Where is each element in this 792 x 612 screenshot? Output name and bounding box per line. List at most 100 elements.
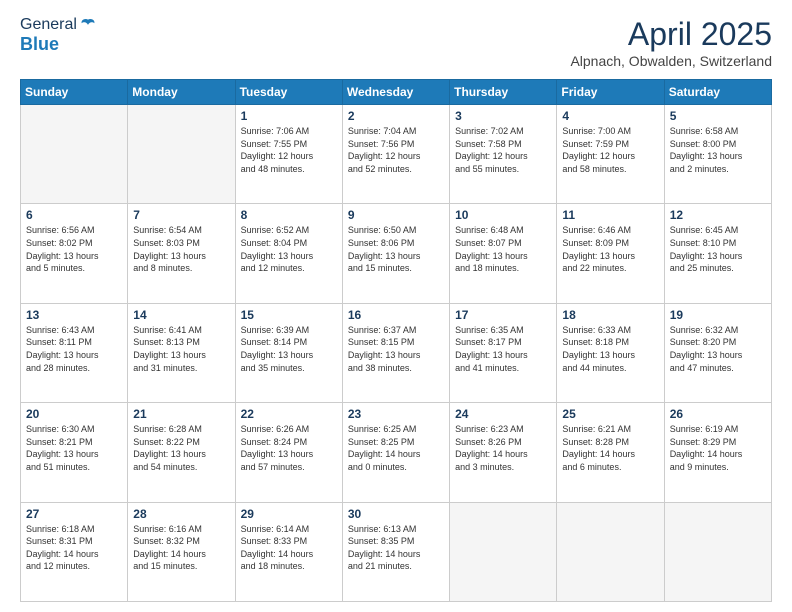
day-number: 12: [670, 208, 766, 222]
day-number: 7: [133, 208, 229, 222]
cell-content: Sunrise: 6:16 AM Sunset: 8:32 PM Dayligh…: [133, 523, 229, 573]
col-friday: Friday: [557, 80, 664, 105]
cell-content: Sunrise: 6:45 AM Sunset: 8:10 PM Dayligh…: [670, 224, 766, 274]
calendar-cell: 13 Sunrise: 6:43 AM Sunset: 8:11 PM Dayli…: [21, 303, 128, 402]
cell-content: Sunrise: 6:25 AM Sunset: 8:25 PM Dayligh…: [348, 423, 444, 473]
cell-content: Sunrise: 6:30 AM Sunset: 8:21 PM Dayligh…: [26, 423, 122, 473]
calendar-cell: 26Sunrise: 6:19 AM Sunset: 8:29 PM Dayli…: [664, 403, 771, 502]
cell-content: Sunrise: 6:28 AM Sunset: 8:22 PM Dayligh…: [133, 423, 229, 473]
calendar-cell: [450, 502, 557, 601]
calendar-cell: 12 Sunrise: 6:45 AM Sunset: 8:10 PM Dayli…: [664, 204, 771, 303]
logo-bird-icon: [79, 16, 97, 34]
cell-content: Sunrise: 6:18 AM Sunset: 8:31 PM Dayligh…: [26, 523, 122, 573]
col-tuesday: Tuesday: [235, 80, 342, 105]
col-thursday: Thursday: [450, 80, 557, 105]
month-title: April 2025: [570, 16, 772, 53]
calendar-cell: 15 Sunrise: 6:39 AM Sunset: 8:14 PM Dayli…: [235, 303, 342, 402]
cell-content: Sunrise: 6:19 AM Sunset: 8:29 PM Dayligh…: [670, 423, 766, 473]
logo-general: General: [20, 16, 77, 34]
cell-content: Sunrise: 6:13 AM Sunset: 8:35 PM Dayligh…: [348, 523, 444, 573]
col-wednesday: Wednesday: [342, 80, 449, 105]
day-number: 22: [241, 407, 337, 421]
week-row-4: 27 Sunrise: 6:18 AM Sunset: 8:31 PM Dayli…: [21, 502, 772, 601]
cell-content: Sunrise: 7:00 AM Sunset: 7:59 PM Dayligh…: [562, 125, 658, 175]
day-number: 5: [670, 109, 766, 123]
day-number: 30: [348, 507, 444, 521]
calendar-cell: 8Sunrise: 6:52 AM Sunset: 8:04 PM Daylig…: [235, 204, 342, 303]
day-number: 11: [562, 208, 658, 222]
col-monday: Monday: [128, 80, 235, 105]
weekday-header-row: Sunday Monday Tuesday Wednesday Thursday…: [21, 80, 772, 105]
calendar-cell: 20Sunrise: 6:30 AM Sunset: 8:21 PM Dayli…: [21, 403, 128, 502]
calendar-cell: 6Sunrise: 6:56 AM Sunset: 8:02 PM Daylig…: [21, 204, 128, 303]
cell-content: Sunrise: 7:04 AM Sunset: 7:56 PM Dayligh…: [348, 125, 444, 175]
calendar-cell: 4 Sunrise: 7:00 AM Sunset: 7:59 PM Daylig…: [557, 105, 664, 204]
day-number: 1: [241, 109, 337, 123]
logo-blue: Blue: [20, 34, 97, 55]
calendar-cell: [557, 502, 664, 601]
calendar-cell: 10 Sunrise: 6:48 AM Sunset: 8:07 PM Dayli…: [450, 204, 557, 303]
day-number: 17: [455, 308, 551, 322]
calendar-cell: 7 Sunrise: 6:54 AM Sunset: 8:03 PM Daylig…: [128, 204, 235, 303]
cell-content: Sunrise: 7:06 AM Sunset: 7:55 PM Dayligh…: [241, 125, 337, 175]
calendar-cell: 14Sunrise: 6:41 AM Sunset: 8:13 PM Dayli…: [128, 303, 235, 402]
calendar: Sunday Monday Tuesday Wednesday Thursday…: [20, 79, 772, 602]
location: Alpnach, Obwalden, Switzerland: [570, 53, 772, 69]
day-number: 23: [348, 407, 444, 421]
day-number: 28: [133, 507, 229, 521]
day-number: 19: [670, 308, 766, 322]
cell-content: Sunrise: 6:33 AM Sunset: 8:18 PM Dayligh…: [562, 324, 658, 374]
cell-content: Sunrise: 6:26 AM Sunset: 8:24 PM Dayligh…: [241, 423, 337, 473]
cell-content: Sunrise: 6:48 AM Sunset: 8:07 PM Dayligh…: [455, 224, 551, 274]
day-number: 2: [348, 109, 444, 123]
header: General Blue April 2025 Alpnach, Obwalde…: [20, 16, 772, 69]
day-number: 25: [562, 407, 658, 421]
week-row-1: 6Sunrise: 6:56 AM Sunset: 8:02 PM Daylig…: [21, 204, 772, 303]
day-number: 13: [26, 308, 122, 322]
day-number: 18: [562, 308, 658, 322]
cell-content: Sunrise: 6:43 AM Sunset: 8:11 PM Dayligh…: [26, 324, 122, 374]
col-saturday: Saturday: [664, 80, 771, 105]
calendar-cell: 25 Sunrise: 6:21 AM Sunset: 8:28 PM Dayli…: [557, 403, 664, 502]
cell-content: Sunrise: 6:54 AM Sunset: 8:03 PM Dayligh…: [133, 224, 229, 274]
day-number: 4: [562, 109, 658, 123]
calendar-cell: 28 Sunrise: 6:16 AM Sunset: 8:32 PM Dayli…: [128, 502, 235, 601]
day-number: 27: [26, 507, 122, 521]
logo: General Blue: [20, 16, 97, 55]
cell-content: Sunrise: 6:35 AM Sunset: 8:17 PM Dayligh…: [455, 324, 551, 374]
calendar-cell: 3 Sunrise: 7:02 AM Sunset: 7:58 PM Daylig…: [450, 105, 557, 204]
cell-content: Sunrise: 6:21 AM Sunset: 8:28 PM Dayligh…: [562, 423, 658, 473]
day-number: 15: [241, 308, 337, 322]
calendar-cell: [128, 105, 235, 204]
day-number: 3: [455, 109, 551, 123]
title-block: April 2025 Alpnach, Obwalden, Switzerlan…: [570, 16, 772, 69]
calendar-cell: [664, 502, 771, 601]
cell-content: Sunrise: 6:23 AM Sunset: 8:26 PM Dayligh…: [455, 423, 551, 473]
cell-content: Sunrise: 6:14 AM Sunset: 8:33 PM Dayligh…: [241, 523, 337, 573]
cell-content: Sunrise: 6:37 AM Sunset: 8:15 PM Dayligh…: [348, 324, 444, 374]
day-number: 14: [133, 308, 229, 322]
cell-content: Sunrise: 6:52 AM Sunset: 8:04 PM Dayligh…: [241, 224, 337, 274]
calendar-cell: 18 Sunrise: 6:33 AM Sunset: 8:18 PM Dayli…: [557, 303, 664, 402]
calendar-cell: 5Sunrise: 6:58 AM Sunset: 8:00 PM Daylig…: [664, 105, 771, 204]
calendar-cell: 30 Sunrise: 6:13 AM Sunset: 8:35 PM Dayli…: [342, 502, 449, 601]
day-number: 9: [348, 208, 444, 222]
calendar-cell: 27 Sunrise: 6:18 AM Sunset: 8:31 PM Dayli…: [21, 502, 128, 601]
calendar-cell: 1 Sunrise: 7:06 AM Sunset: 7:55 PM Daylig…: [235, 105, 342, 204]
cell-content: Sunrise: 6:46 AM Sunset: 8:09 PM Dayligh…: [562, 224, 658, 274]
day-number: 10: [455, 208, 551, 222]
cell-content: Sunrise: 7:02 AM Sunset: 7:58 PM Dayligh…: [455, 125, 551, 175]
cell-content: Sunrise: 6:50 AM Sunset: 8:06 PM Dayligh…: [348, 224, 444, 274]
calendar-cell: 16Sunrise: 6:37 AM Sunset: 8:15 PM Dayli…: [342, 303, 449, 402]
calendar-cell: [21, 105, 128, 204]
calendar-cell: 24Sunrise: 6:23 AM Sunset: 8:26 PM Dayli…: [450, 403, 557, 502]
week-row-3: 20Sunrise: 6:30 AM Sunset: 8:21 PM Dayli…: [21, 403, 772, 502]
col-sunday: Sunday: [21, 80, 128, 105]
calendar-cell: 19Sunrise: 6:32 AM Sunset: 8:20 PM Dayli…: [664, 303, 771, 402]
cell-content: Sunrise: 6:39 AM Sunset: 8:14 PM Dayligh…: [241, 324, 337, 374]
calendar-cell: 17 Sunrise: 6:35 AM Sunset: 8:17 PM Dayli…: [450, 303, 557, 402]
calendar-cell: 29Sunrise: 6:14 AM Sunset: 8:33 PM Dayli…: [235, 502, 342, 601]
calendar-cell: 23 Sunrise: 6:25 AM Sunset: 8:25 PM Dayli…: [342, 403, 449, 502]
week-row-2: 13 Sunrise: 6:43 AM Sunset: 8:11 PM Dayli…: [21, 303, 772, 402]
calendar-cell: 9 Sunrise: 6:50 AM Sunset: 8:06 PM Daylig…: [342, 204, 449, 303]
